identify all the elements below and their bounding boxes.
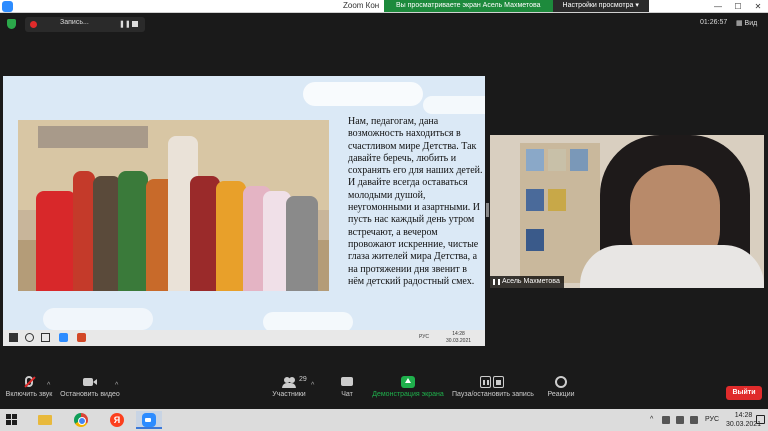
child-figure: [118, 171, 148, 291]
mic-muted-icon: [22, 376, 36, 388]
slide-text: Нам, педагогам, дана возможность находит…: [348, 116, 483, 287]
window-controls: — ☐ ✕: [708, 0, 768, 13]
pause-stop-label: Пауза/остановить запись: [452, 391, 534, 398]
unmute-label: Включить звук: [5, 391, 53, 398]
yandex-icon: Я: [110, 413, 124, 427]
participant-name: Асель Махметова: [502, 278, 560, 285]
stop-recording-icon[interactable]: [132, 21, 138, 27]
mini-clock: 14:28 30.03.2021: [446, 331, 471, 345]
share-screen-button[interactable]: Демонстрация экрана: [372, 376, 444, 398]
reactions-button[interactable]: Реакции: [546, 376, 576, 398]
book: [570, 149, 588, 171]
minimize-button[interactable]: —: [708, 0, 728, 13]
recording-indicator: Запись... ❚❚: [25, 17, 145, 32]
tray-battery-icon[interactable]: [676, 416, 684, 424]
share-screen-label: Демонстрация экрана: [372, 391, 444, 398]
audio-level-icon: [493, 279, 500, 285]
child-figure: [216, 181, 246, 291]
child-figure: [73, 171, 95, 291]
chat-label: Чат: [341, 391, 353, 398]
book: [526, 149, 544, 171]
photo-board: [38, 126, 148, 148]
mini-date: 30.03.2021: [446, 338, 472, 344]
participants-icon: 29: [282, 376, 307, 388]
view-button[interactable]: ▦ Вид: [736, 19, 757, 27]
audio-options-caret[interactable]: ^: [47, 382, 50, 389]
pause-recording-icon[interactable]: ❚❚: [119, 20, 131, 28]
cloud-decoration: [263, 312, 353, 332]
windows-start-icon[interactable]: [6, 414, 18, 426]
book: [526, 189, 544, 211]
close-button[interactable]: ✕: [748, 0, 768, 13]
share-screen-icon: [401, 376, 415, 388]
file-explorer-app[interactable]: [32, 411, 58, 429]
mini-start-icon: [9, 333, 18, 342]
video-options-caret[interactable]: ^: [115, 382, 118, 389]
reactions-label: Реакции: [547, 391, 575, 398]
child-figure: [36, 191, 76, 291]
recording-label: Запись...: [60, 19, 89, 26]
mini-time: 14:28: [452, 331, 465, 337]
tray-language[interactable]: РУС: [705, 416, 719, 423]
zoom-taskbar-icon: [142, 413, 156, 427]
book: [548, 189, 566, 211]
participants-label: Участники: [272, 391, 306, 398]
view-options-button[interactable]: Настройки просмотра ▾: [552, 0, 649, 12]
maximize-button[interactable]: ☐: [728, 0, 748, 13]
viewing-text: Вы просматриваете экран Асель Махметова: [384, 0, 553, 12]
shared-screen: Нам, педагогам, дана возможность находит…: [3, 76, 485, 346]
leave-button[interactable]: Выйти: [726, 386, 762, 400]
book: [548, 149, 566, 171]
child-figure: [286, 196, 318, 291]
split-divider-handle[interactable]: [486, 203, 489, 217]
tray-volume-icon[interactable]: [690, 416, 698, 424]
chat-icon: [340, 376, 354, 388]
participants-caret[interactable]: ^: [311, 382, 314, 389]
record-dot-icon: [30, 21, 37, 28]
cloud-decoration: [303, 82, 423, 106]
window-title: Zoom Кон: [343, 1, 380, 10]
book: [526, 229, 544, 251]
chrome-app[interactable]: [68, 411, 94, 429]
zoom-meeting-window: Zoom Кон — ☐ ✕ Вы просматриваете экран А…: [0, 0, 768, 431]
cloud-decoration: [423, 96, 485, 114]
tray-overflow-caret[interactable]: ^: [650, 416, 653, 423]
windows-taskbar: Я ^ РУС 14:28 30.03.2021: [0, 409, 768, 431]
pause-stop-recording-button[interactable]: Пауза/остановить запись: [452, 376, 534, 398]
notifications-icon[interactable]: [756, 415, 765, 424]
pause-stop-icon: [480, 376, 506, 388]
tray-network-icon[interactable]: [662, 416, 670, 424]
child-figure: [93, 176, 121, 291]
meeting-controls: Включить звук ^ Остановить видео ^ 29 Уч…: [0, 372, 768, 408]
stop-video-label: Остановить видео: [60, 391, 120, 398]
zoom-logo-icon: [2, 1, 13, 12]
chrome-icon: [74, 413, 88, 427]
mini-search-icon: [25, 333, 34, 342]
participant-body: [580, 245, 764, 288]
chat-button[interactable]: Чат: [336, 376, 358, 398]
participant-video: Асель Махметова: [490, 135, 764, 288]
mini-powerpoint-icon: [77, 333, 86, 342]
mini-zoom-icon: [59, 333, 68, 342]
folder-icon: [38, 415, 52, 425]
security-shield-icon[interactable]: [7, 19, 16, 29]
meeting-timer: 01:26:57: [700, 19, 728, 26]
participants-count: 29: [299, 376, 307, 383]
shared-taskbar: РУС 14:28 30.03.2021: [3, 330, 485, 346]
participant-name-tag: Асель Махметова: [490, 276, 564, 288]
camera-icon: [83, 376, 97, 388]
mini-lang: РУС: [419, 334, 430, 340]
mini-taskview-icon: [41, 333, 50, 342]
yandex-app[interactable]: Я: [104, 411, 130, 429]
cloud-decoration: [43, 308, 153, 330]
reaction-smile-icon: [554, 376, 568, 388]
zoom-app[interactable]: [136, 411, 162, 429]
participants-button[interactable]: 29 Участники: [270, 376, 308, 398]
children-photo: [18, 120, 329, 291]
top-toolbar: Запись... ❚❚ 01:26:57 ▦ Вид: [0, 14, 768, 34]
stop-video-button[interactable]: Остановить видео: [60, 376, 120, 398]
viewing-banner: Вы просматриваете экран Асель Махметова …: [384, 0, 649, 12]
